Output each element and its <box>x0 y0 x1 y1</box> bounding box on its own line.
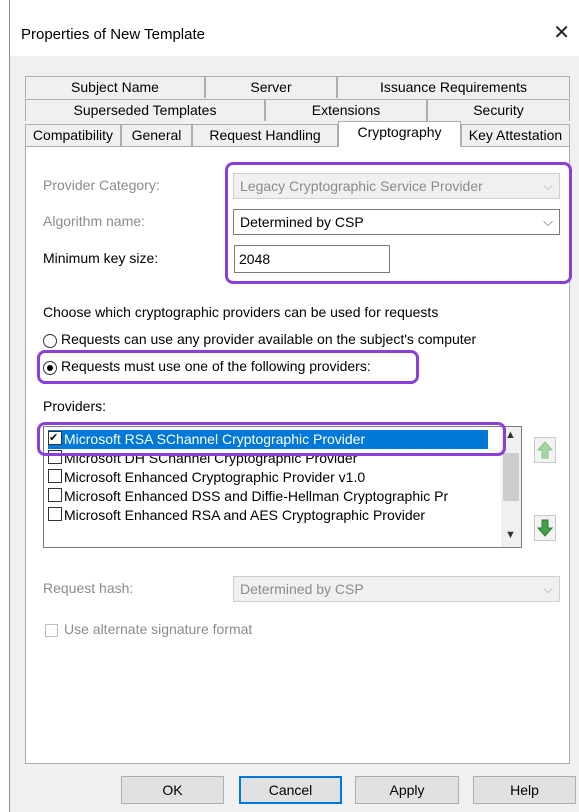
tab-superseded-templates[interactable]: Superseded Templates <box>25 99 265 121</box>
close-icon[interactable]: ✕ <box>553 20 570 45</box>
provider-category-value: Legacy Cryptographic Service Provider <box>240 178 483 194</box>
tab-extensions[interactable]: Extensions <box>265 99 427 121</box>
tab-key-attestation[interactable]: Key Attestation <box>461 124 570 146</box>
provider-label: Microsoft Enhanced DSS and Diffie-Hellma… <box>64 488 449 504</box>
alternate-signature-checkbox <box>45 624 58 637</box>
provider-label: Microsoft DH SChannel Cryptographic Prov… <box>64 450 358 466</box>
window-title: Properties of New Template <box>21 26 205 43</box>
help-button[interactable]: Help <box>473 776 576 804</box>
tab-security[interactable]: Security <box>427 99 570 121</box>
title-bar: Properties of New Template ✕ <box>10 0 579 56</box>
tab-server[interactable]: Server <box>205 76 337 98</box>
providers-label: Providers: <box>43 398 107 414</box>
ok-button[interactable]: OK <box>121 776 224 804</box>
scroll-down-icon[interactable]: ▼ <box>505 529 516 541</box>
tab-row-2: Superseded Templates Extensions Security <box>25 99 570 121</box>
up-arrow-icon <box>537 441 553 459</box>
tab-issuance-requirements[interactable]: Issuance Requirements <box>337 76 570 98</box>
checkbox-icon[interactable] <box>48 469 62 483</box>
provider-label: Microsoft RSA SChannel Cryptographic Pro… <box>64 431 366 447</box>
algorithm-name-select[interactable]: Determined by CSP ⌵ <box>233 209 560 235</box>
checkbox-icon[interactable] <box>48 450 62 464</box>
list-item[interactable]: Microsoft DH SChannel Cryptographic Prov… <box>48 449 488 468</box>
list-item[interactable]: Microsoft Enhanced RSA and AES Cryptogra… <box>48 506 488 525</box>
chevron-down-icon: ⌵ <box>543 214 553 229</box>
radio-any-provider[interactable] <box>43 334 57 348</box>
move-up-button[interactable] <box>534 437 556 463</box>
alternate-signature-label: Use alternate signature format <box>64 621 253 637</box>
choose-providers-text: Choose which cryptographic providers can… <box>43 304 439 320</box>
checkbox-icon[interactable] <box>48 507 62 521</box>
algorithm-name-value: Determined by CSP <box>240 214 364 230</box>
minimum-key-size-label: Minimum key size: <box>43 250 159 266</box>
cancel-button[interactable]: Cancel <box>239 776 342 804</box>
request-hash-select: Determined by CSP ⌵ <box>233 576 560 602</box>
tab-general[interactable]: General <box>121 124 192 146</box>
move-down-button[interactable] <box>534 515 556 541</box>
providers-list[interactable]: Microsoft RSA SChannel Cryptographic Pro… <box>43 426 522 548</box>
tab-row-1: Subject Name Server Issuance Requirement… <box>25 76 570 98</box>
list-item[interactable]: Microsoft RSA SChannel Cryptographic Pro… <box>48 430 488 449</box>
chevron-down-icon: ⌵ <box>543 178 553 193</box>
properties-dialog: Properties of New Template ✕ Subject Nam… <box>9 0 579 812</box>
radio-specific-providers-label[interactable]: Requests must use one of the following p… <box>61 358 371 374</box>
algorithm-name-label: Algorithm name: <box>43 213 145 229</box>
apply-button[interactable]: Apply <box>355 776 459 804</box>
down-arrow-icon <box>537 519 553 537</box>
tab-cryptography[interactable]: Cryptography <box>338 121 461 147</box>
provider-category-select: Legacy Cryptographic Service Provider ⌵ <box>233 173 560 199</box>
radio-any-provider-label[interactable]: Requests can use any provider available … <box>61 331 476 347</box>
checkbox-icon[interactable] <box>48 430 62 448</box>
list-item[interactable]: Microsoft Enhanced DSS and Diffie-Hellma… <box>48 487 488 506</box>
tab-compatibility[interactable]: Compatibility <box>25 124 121 146</box>
provider-label: Microsoft Enhanced Cryptographic Provide… <box>64 469 366 485</box>
provider-category-label: Provider Category: <box>43 177 160 193</box>
request-hash-value: Determined by CSP <box>240 581 364 597</box>
minimum-key-size-input[interactable]: 2048 <box>234 245 390 273</box>
checkbox-icon[interactable] <box>48 488 62 502</box>
tab-subject-name[interactable]: Subject Name <box>25 76 205 98</box>
list-item[interactable]: Microsoft Enhanced Cryptographic Provide… <box>48 468 488 487</box>
request-hash-label: Request hash: <box>43 580 134 596</box>
tab-request-handling[interactable]: Request Handling <box>192 124 338 146</box>
tab-row-3: Compatibility General Request Handling C… <box>25 121 570 147</box>
provider-label: Microsoft Enhanced RSA and AES Cryptogra… <box>64 507 426 523</box>
chevron-down-icon: ⌵ <box>543 581 553 596</box>
radio-specific-providers[interactable] <box>43 361 57 375</box>
providers-scrollbar[interactable]: ▲ ▼ <box>501 427 521 547</box>
scroll-up-icon[interactable]: ▲ <box>505 429 516 441</box>
scrollbar-thumb[interactable] <box>503 453 519 501</box>
